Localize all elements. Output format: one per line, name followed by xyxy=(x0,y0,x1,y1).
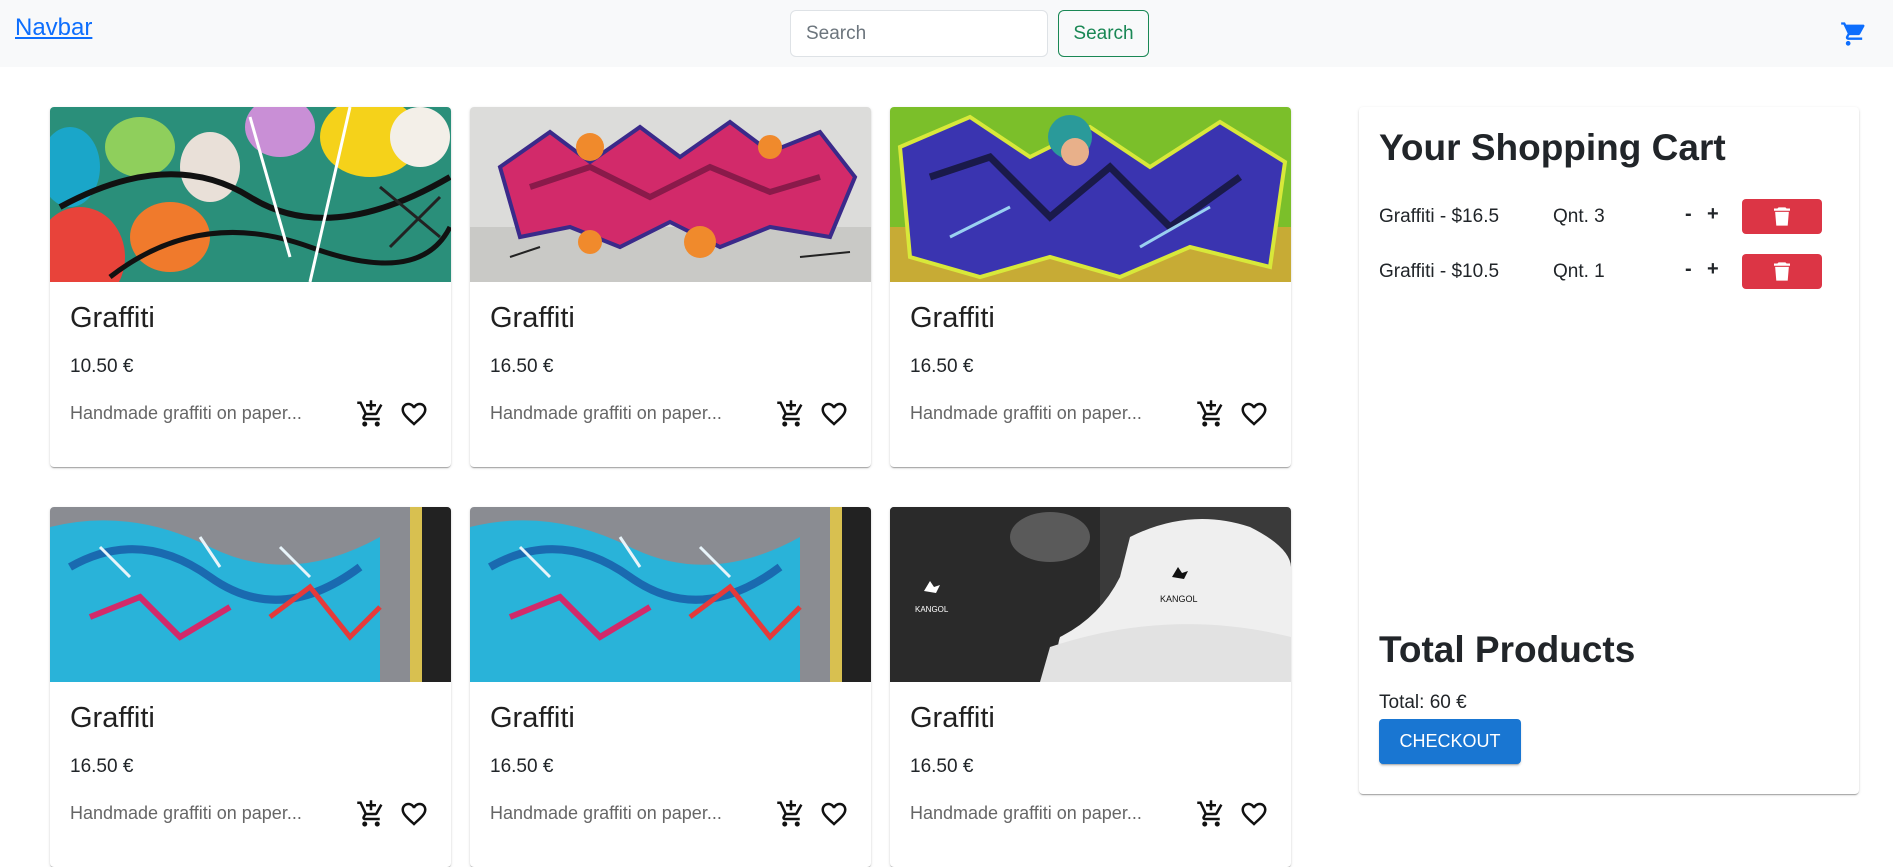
shopping-cart-panel: Your Shopping Cart Graffiti - $16.5 Qnt.… xyxy=(1359,107,1859,794)
delete-item-button[interactable] xyxy=(1742,254,1822,289)
product-title: Graffiti xyxy=(490,302,575,334)
product-description: Handmade graffiti on paper... xyxy=(490,403,722,423)
product-title: Graffiti xyxy=(910,702,995,734)
product-price: 16.50 € xyxy=(910,356,974,377)
product-title: Graffiti xyxy=(70,302,155,334)
product-image[interactable] xyxy=(890,107,1291,282)
add-to-cart-icon[interactable] xyxy=(1196,799,1226,829)
product-card: KANGOL KANGOL Graffiti 16.50 € Handmade … xyxy=(890,507,1291,867)
favorite-heart-icon[interactable] xyxy=(399,799,429,829)
product-price: 10.50 € xyxy=(70,356,134,377)
product-card: Graffiti 16.50 € Handmade graffiti on pa… xyxy=(890,107,1291,467)
total-products-title: Total Products xyxy=(1379,629,1636,670)
product-description: Handmade graffiti on paper... xyxy=(70,403,302,423)
add-to-cart-icon[interactable] xyxy=(1196,399,1226,429)
search-button[interactable]: Search xyxy=(1058,10,1149,57)
shopping-cart-icon[interactable] xyxy=(1840,20,1868,48)
favorite-heart-icon[interactable] xyxy=(819,399,849,429)
cart-item-quantity: Qnt. 3 xyxy=(1553,206,1605,227)
delete-item-button[interactable] xyxy=(1742,199,1822,234)
navbar-brand-link[interactable]: Navbar xyxy=(15,14,92,42)
product-title: Graffiti xyxy=(70,702,155,734)
favorite-heart-icon[interactable] xyxy=(1239,799,1269,829)
product-image[interactable] xyxy=(50,107,451,282)
product-card: Graffiti 16.50 € Handmade graffiti on pa… xyxy=(50,507,451,867)
decrease-quantity-button[interactable]: - xyxy=(1685,258,1692,281)
product-image[interactable] xyxy=(50,507,451,682)
svg-text:KANGOL: KANGOL xyxy=(915,605,949,614)
increase-quantity-button[interactable]: + xyxy=(1707,203,1719,226)
product-price: 16.50 € xyxy=(490,356,554,377)
trash-icon xyxy=(1774,262,1790,281)
product-image[interactable]: KANGOL KANGOL xyxy=(890,507,1291,682)
product-description: Handmade graffiti on paper... xyxy=(910,403,1142,423)
product-description: Handmade graffiti on paper... xyxy=(910,803,1142,823)
svg-text:KANGOL: KANGOL xyxy=(1160,594,1198,604)
product-title: Graffiti xyxy=(490,702,575,734)
add-to-cart-icon[interactable] xyxy=(776,399,806,429)
product-price: 16.50 € xyxy=(910,756,974,777)
product-card: Graffiti 10.50 € Handmade graffiti on pa… xyxy=(50,107,451,467)
add-to-cart-icon[interactable] xyxy=(356,799,386,829)
cart-item: Graffiti - $16.5 Qnt. 3 - + xyxy=(1379,199,1839,235)
cart-item-name: Graffiti - $10.5 xyxy=(1379,261,1500,282)
product-description: Handmade graffiti on paper... xyxy=(490,803,722,823)
favorite-heart-icon[interactable] xyxy=(1239,399,1269,429)
favorite-heart-icon[interactable] xyxy=(399,399,429,429)
product-title: Graffiti xyxy=(910,302,995,334)
product-image[interactable] xyxy=(470,507,871,682)
product-price: 16.50 € xyxy=(70,756,134,777)
product-card: Graffiti 16.50 € Handmade graffiti on pa… xyxy=(470,107,871,467)
checkout-button[interactable]: CHECKOUT xyxy=(1379,719,1521,764)
cart-item-name: Graffiti - $16.5 xyxy=(1379,206,1500,227)
add-to-cart-icon[interactable] xyxy=(776,799,806,829)
favorite-heart-icon[interactable] xyxy=(819,799,849,829)
cart-title: Your Shopping Cart xyxy=(1379,127,1726,168)
product-card: Graffiti 16.50 € Handmade graffiti on pa… xyxy=(470,507,871,867)
product-description: Handmade graffiti on paper... xyxy=(70,803,302,823)
trash-icon xyxy=(1774,207,1790,226)
product-image[interactable] xyxy=(470,107,871,282)
product-price: 16.50 € xyxy=(490,756,554,777)
decrease-quantity-button[interactable]: - xyxy=(1685,203,1692,226)
total-price: Total: 60 € xyxy=(1379,692,1467,713)
navbar: Navbar Search xyxy=(0,0,1893,67)
add-to-cart-icon[interactable] xyxy=(356,399,386,429)
search-input[interactable] xyxy=(790,10,1048,57)
increase-quantity-button[interactable]: + xyxy=(1707,258,1719,281)
cart-item: Graffiti - $10.5 Qnt. 1 - + xyxy=(1379,254,1839,290)
cart-item-quantity: Qnt. 1 xyxy=(1553,261,1605,282)
